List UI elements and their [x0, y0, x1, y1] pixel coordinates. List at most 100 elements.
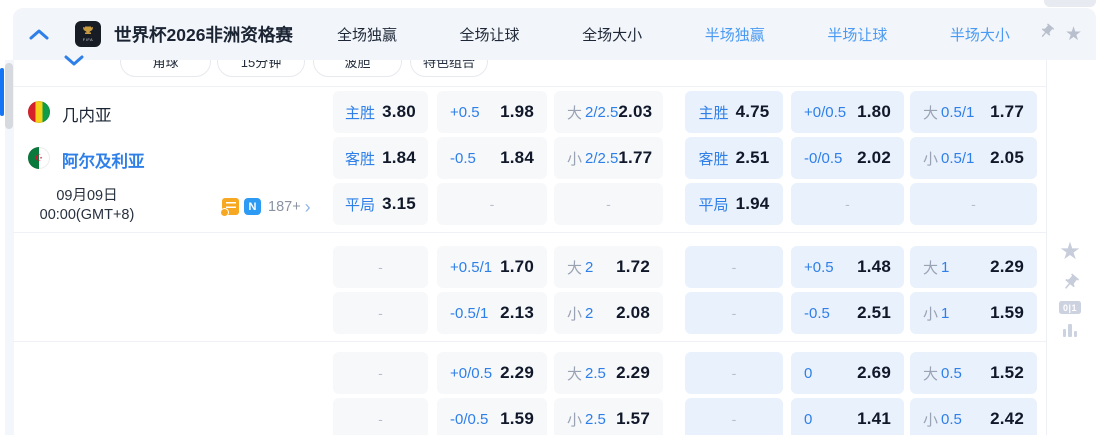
- collapse-markets-icon[interactable]: [64, 55, 84, 67]
- odds-line-type: 小: [923, 150, 939, 168]
- odds-cell[interactable]: 大 0.5 1.52: [910, 352, 1037, 394]
- odds-label: +0.5: [450, 103, 480, 121]
- odds-cell[interactable]: +0.5 1.98: [437, 91, 547, 133]
- odds-cell[interactable]: +0.5 1.48: [791, 246, 904, 288]
- odds-cell[interactable]: 小 2.5 1.57: [554, 398, 663, 435]
- odds-line-type: 大: [567, 104, 583, 122]
- odds-value: 1.59: [500, 409, 534, 428]
- odds-value: 3.15: [382, 194, 416, 213]
- odds-value: 3.80: [382, 102, 416, 121]
- odds-cell[interactable]: 小 2 2.08: [554, 292, 663, 334]
- odds-cell[interactable]: 大 0.5/1 1.77: [910, 91, 1037, 133]
- divider: [13, 86, 1046, 87]
- more-markets-count[interactable]: 187+: [268, 199, 301, 215]
- odds-cell[interactable]: 小 1 1.59: [910, 292, 1037, 334]
- collapse-league-icon[interactable]: [29, 28, 49, 40]
- pin-match-icon[interactable]: [1061, 273, 1080, 292]
- pin-icon[interactable]: [1038, 23, 1055, 45]
- odds-cell[interactable]: 0 1.41: [791, 398, 904, 435]
- match-meta: N 187+ ›: [220, 198, 311, 217]
- odds-value: 2.29: [990, 257, 1024, 276]
- odds-value: 1.70: [500, 257, 534, 276]
- odds-label: 1: [941, 304, 950, 322]
- news-badge-icon[interactable]: N: [244, 198, 261, 215]
- tab-fulltime-1x2[interactable]: 全场独赢: [337, 24, 397, 45]
- odds-cell[interactable]: 大 2 1.72: [554, 246, 663, 288]
- odds-label: 主胜: [345, 104, 376, 122]
- tab-halftime-1x2[interactable]: 半场独赢: [705, 24, 765, 45]
- odds-value: 1.72: [616, 257, 650, 276]
- star-icon[interactable]: ★: [1065, 25, 1082, 44]
- odds-label: -0.5/1: [450, 304, 489, 322]
- odds-line-type: 大: [923, 365, 939, 383]
- odds-value: 2.02: [857, 148, 891, 167]
- odds-label: 客胜: [698, 150, 729, 168]
- odds-label: 0.5: [941, 410, 962, 428]
- odds-cell[interactable]: -0.5 1.84: [437, 137, 547, 179]
- odds-label: 2: [585, 304, 594, 322]
- odds-label: 0: [804, 364, 813, 382]
- odds-value: 2.29: [616, 363, 650, 382]
- odds-cell[interactable]: -0/0.5 1.59: [437, 398, 547, 435]
- odds-value: 2.51: [857, 303, 891, 322]
- odds-cell-empty: -: [333, 352, 428, 394]
- scoreboard-icon[interactable]: 0|1: [1059, 301, 1081, 314]
- odds-value: 1.84: [382, 148, 416, 167]
- home-team-name[interactable]: 几内亚: [62, 102, 112, 126]
- odds-label: +0/0.5: [804, 103, 847, 121]
- odds-value: 2.69: [857, 363, 891, 382]
- odds-cell[interactable]: 小 0.5/1 2.05: [910, 137, 1037, 179]
- odds-value: 2.42: [990, 409, 1024, 428]
- odds-label: 2.5: [585, 410, 606, 428]
- kickoff-datetime: 09月09日 00:00(GMT+8): [20, 187, 154, 225]
- odds-cell[interactable]: 小 2/2.5 1.77: [554, 137, 663, 179]
- market-tabs: 全场独赢 全场让球 全场大小 半场独赢 半场让球 半场大小: [337, 24, 1010, 45]
- odds-cell[interactable]: +0.5/1 1.70: [437, 246, 547, 288]
- odds-cell[interactable]: 大 2/2.5 2.03: [554, 91, 663, 133]
- favorite-star-icon[interactable]: ★: [1059, 240, 1081, 264]
- odds-cell[interactable]: 客胜 1.84: [333, 137, 428, 179]
- odds-label: 0: [804, 410, 813, 428]
- adjacent-card-edge: [1044, 0, 1096, 7]
- odds-cell[interactable]: 主胜 4.75: [685, 91, 783, 133]
- odds-cell[interactable]: 平局 1.94: [685, 183, 783, 225]
- odds-cell-empty: -: [554, 183, 663, 225]
- odds-cell-empty: -: [333, 292, 428, 334]
- odds-value: 2.51: [735, 148, 770, 167]
- odds-panel: 角球 15分钟 波胆 特色组合 FIFA 世界杯2026非洲资格赛 全场独赢 全…: [0, 0, 1096, 435]
- stats-chart-icon[interactable]: [1062, 323, 1078, 337]
- odds-label: 2/2.5: [585, 103, 619, 121]
- tab-halftime-handicap[interactable]: 半场让球: [827, 24, 887, 45]
- odds-cell[interactable]: -0/0.5 2.02: [791, 137, 904, 179]
- odds-value: 2.03: [618, 102, 653, 121]
- scrollbar-thumb[interactable]: [5, 63, 13, 129]
- odds-value: 1.84: [500, 148, 534, 167]
- tab-halftime-overunder[interactable]: 半场大小: [950, 24, 1010, 45]
- away-team-name[interactable]: 阿尔及利亚: [62, 148, 145, 172]
- odds-cell[interactable]: +0/0.5 2.29: [437, 352, 547, 394]
- odds-label: -0/0.5: [804, 149, 843, 167]
- algeria-flag-icon: ☪: [28, 147, 50, 169]
- odds-cell[interactable]: +0/0.5 1.80: [791, 91, 904, 133]
- odds-value: 2.08: [616, 303, 650, 322]
- chevron-right-icon[interactable]: ›: [305, 198, 311, 216]
- odds-cell[interactable]: 小 0.5 2.42: [910, 398, 1037, 435]
- odds-cell[interactable]: 平局 3.15: [333, 183, 428, 225]
- odds-cell[interactable]: 客胜 2.51: [685, 137, 783, 179]
- odds-line-type: 小: [923, 411, 939, 429]
- odds-cell[interactable]: -0.5 2.51: [791, 292, 904, 334]
- match-stats-icon[interactable]: [220, 198, 239, 217]
- match-toolbar: ★ 0|1: [1052, 240, 1088, 346]
- odds-cell-empty: -: [910, 183, 1037, 225]
- odds-cell[interactable]: 0 2.69: [791, 352, 904, 394]
- odds-value: 1.94: [735, 194, 770, 213]
- tab-fulltime-overunder[interactable]: 全场大小: [582, 24, 642, 45]
- odds-label: 0.5/1: [941, 103, 975, 121]
- odds-cell[interactable]: -0.5/1 2.13: [437, 292, 547, 334]
- odds-line-type: 小: [923, 305, 939, 323]
- odds-label: 1: [941, 258, 950, 276]
- tab-fulltime-handicap[interactable]: 全场让球: [460, 24, 520, 45]
- odds-cell[interactable]: 大 1 2.29: [910, 246, 1037, 288]
- odds-cell[interactable]: 主胜 3.80: [333, 91, 428, 133]
- odds-cell[interactable]: 大 2.5 2.29: [554, 352, 663, 394]
